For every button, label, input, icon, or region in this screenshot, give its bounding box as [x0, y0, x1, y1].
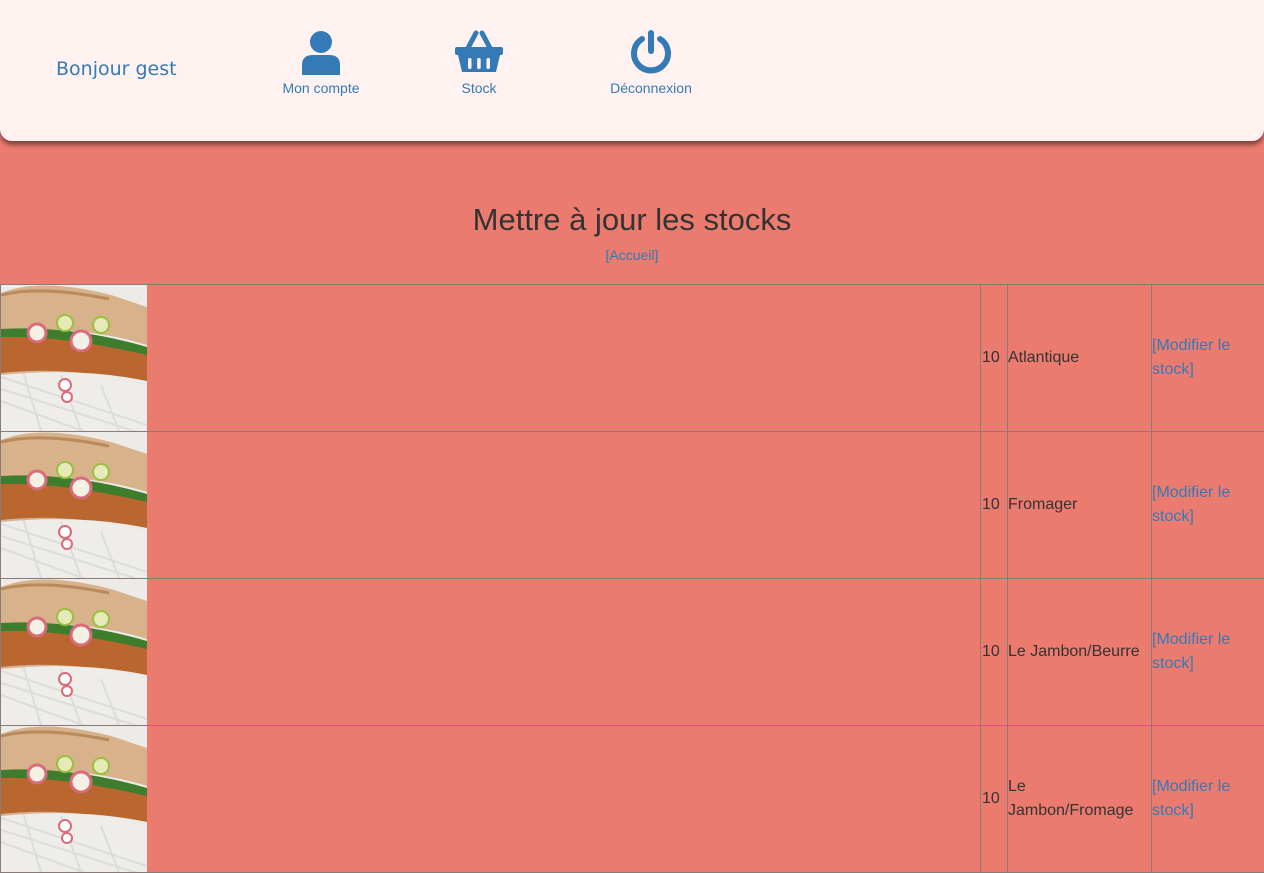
product-quantity: 10 [981, 579, 1008, 726]
product-image-cell [1, 726, 147, 873]
greeting-text: Bonjour gest [56, 58, 177, 80]
basket-icon [454, 30, 504, 78]
table-row: 10Le Jambon/Beurre[Modifier le stock] [1, 579, 1264, 726]
product-quantity: 10 [981, 432, 1008, 579]
stock-table: 10Atlantique[Modifier le stock]10Fromage… [0, 284, 1264, 873]
product-name: Fromager [1008, 432, 1152, 579]
spacer-cell [147, 285, 981, 432]
nav-logout[interactable]: Déconnexion [604, 30, 698, 96]
product-quantity: 10 [981, 285, 1008, 432]
product-image [1, 579, 147, 725]
product-quantity: 10 [981, 726, 1008, 873]
nav-logout-label: Déconnexion [610, 80, 692, 96]
modify-stock-link[interactable]: [Modifier le stock] [1152, 631, 1230, 672]
product-image [1, 726, 147, 872]
spacer-cell [147, 432, 981, 579]
product-name: Atlantique [1008, 285, 1152, 432]
product-name: Le Jambon/Beurre [1008, 579, 1152, 726]
user-icon [301, 30, 341, 78]
product-name: Le Jambon/Fromage [1008, 726, 1152, 873]
table-row: 10Atlantique[Modifier le stock] [1, 285, 1264, 432]
page-title: Mettre à jour les stocks [0, 202, 1264, 238]
spacer-cell [147, 726, 981, 873]
modify-stock-link[interactable]: [Modifier le stock] [1152, 484, 1230, 525]
product-image-cell [1, 579, 147, 726]
product-image [1, 432, 147, 578]
modify-stock-cell: [Modifier le stock] [1152, 726, 1264, 873]
nav-stock[interactable]: Stock [446, 30, 512, 96]
modify-stock-link[interactable]: [Modifier le stock] [1152, 337, 1230, 378]
product-image-cell [1, 432, 147, 579]
top-navigation-bar: Bonjour gest Mon compte Stock [0, 0, 1264, 141]
power-icon [629, 30, 673, 78]
modify-stock-cell: [Modifier le stock] [1152, 285, 1264, 432]
product-image [1, 285, 147, 431]
modify-stock-link[interactable]: [Modifier le stock] [1152, 778, 1230, 819]
modify-stock-cell: [Modifier le stock] [1152, 579, 1264, 726]
spacer-cell [147, 579, 981, 726]
table-row: 10Le Jambon/Fromage[Modifier le stock] [1, 726, 1264, 873]
product-image-cell [1, 285, 147, 432]
table-row: 10Fromager[Modifier le stock] [1, 432, 1264, 579]
nav-my-account-label: Mon compte [282, 80, 359, 96]
home-link[interactable]: [Accueil] [0, 247, 1264, 263]
nav-stock-label: Stock [461, 80, 496, 96]
modify-stock-cell: [Modifier le stock] [1152, 432, 1264, 579]
nav-my-account[interactable]: Mon compte [280, 30, 362, 96]
